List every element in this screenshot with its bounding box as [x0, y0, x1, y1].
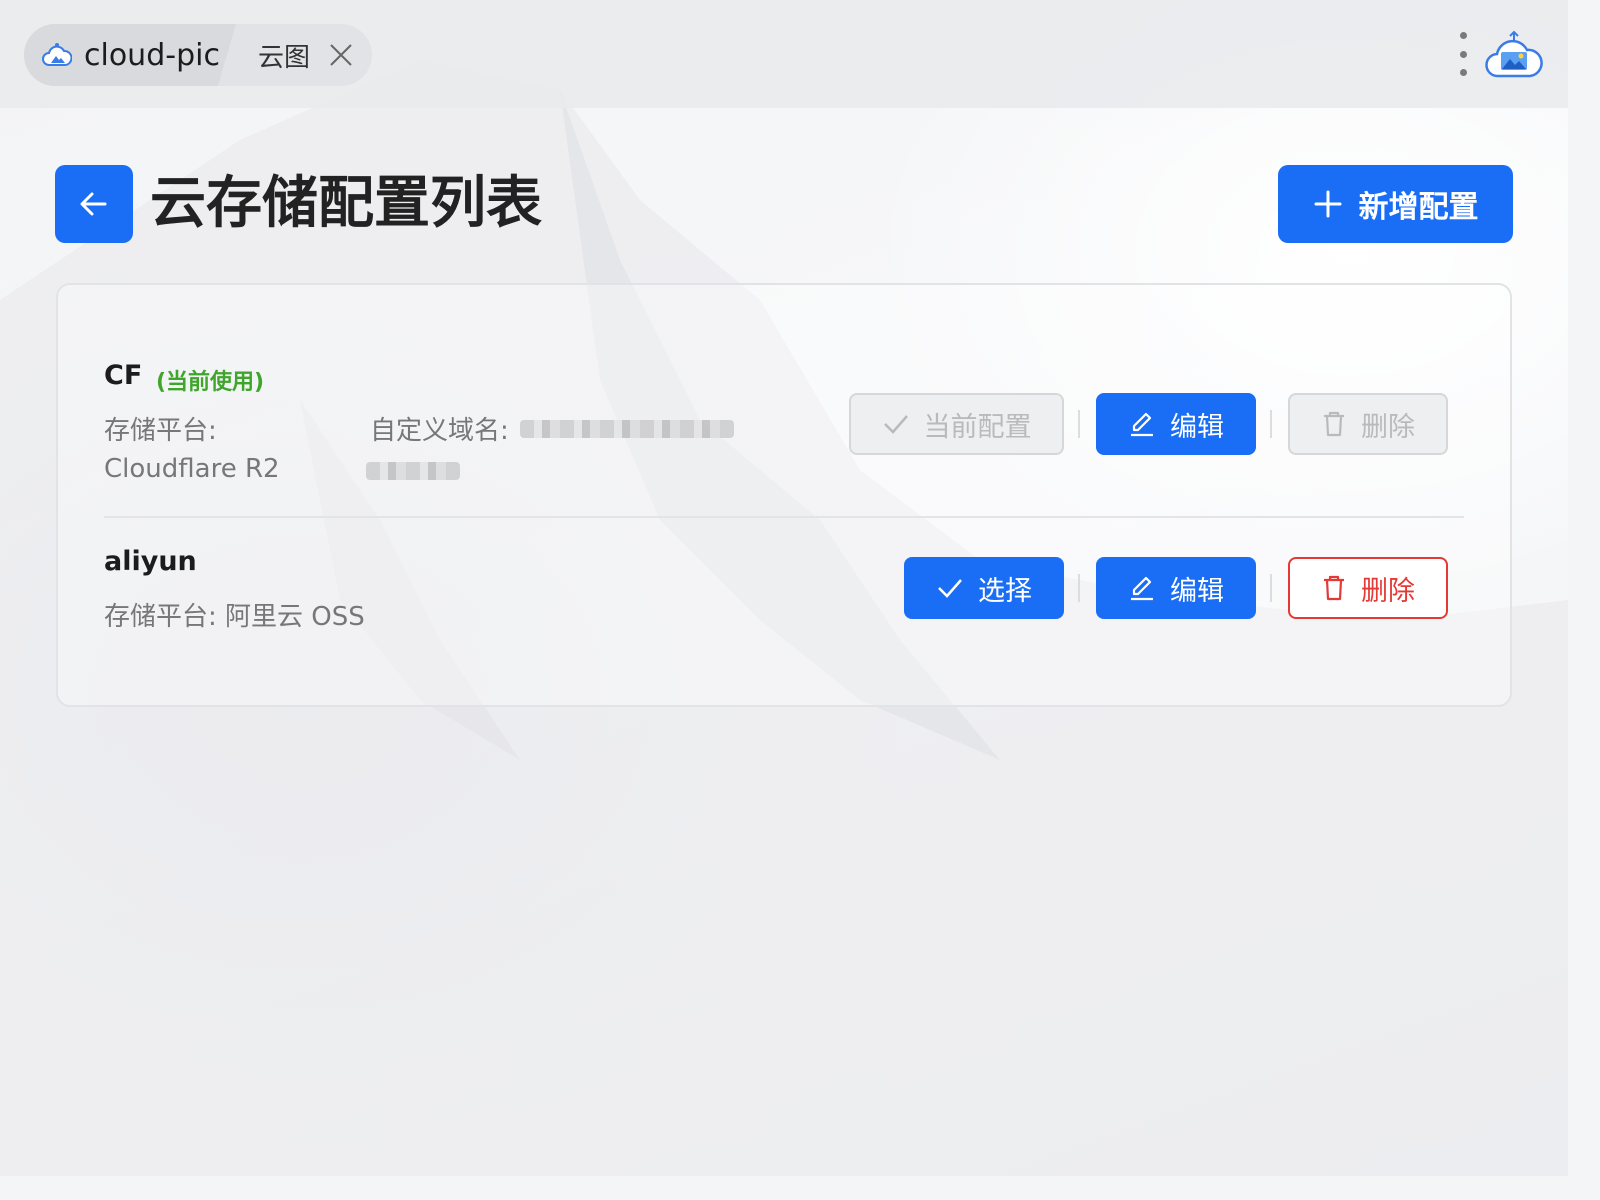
config-list-card: [56, 283, 1512, 707]
platform-text: 存储平台: 阿里云 OSS: [104, 602, 365, 632]
button-label: 编辑: [1170, 575, 1224, 607]
close-icon[interactable]: [328, 42, 354, 68]
page-title: 云存储配置列表: [150, 171, 542, 236]
add-config-button[interactable]: 新增配置: [1278, 165, 1513, 243]
platform-value: Cloudflare R2: [104, 454, 280, 484]
delete-button[interactable]: 删除: [1288, 393, 1448, 455]
back-button[interactable]: [55, 165, 133, 243]
tab-strip: cloud-pic 云图: [24, 24, 372, 86]
title-bar: cloud-pic 云图: [0, 0, 1568, 108]
domain-label: 自定义域名:: [370, 416, 509, 446]
check-icon: [938, 579, 962, 598]
button-label: 当前配置: [923, 411, 1032, 443]
platform-label: 存储平台:: [104, 416, 217, 446]
divider: [1078, 410, 1080, 438]
delete-button[interactable]: 删除: [1288, 557, 1448, 619]
check-icon: [883, 415, 908, 434]
app-cloud-icon[interactable]: [1484, 30, 1544, 80]
edit-icon: [1131, 576, 1153, 601]
tab-yuntu[interactable]: 云图: [236, 37, 372, 74]
divider: [1270, 410, 1272, 438]
config-name: CF: [104, 360, 143, 391]
button-label: 删除: [1361, 411, 1415, 443]
divider: [1270, 574, 1272, 602]
tab-label: 云图: [258, 42, 311, 73]
divider: [1078, 574, 1080, 602]
plus-icon: [1314, 190, 1341, 218]
button-label: 删除: [1361, 575, 1415, 607]
edit-icon: [1131, 412, 1153, 437]
trash-icon: [1324, 575, 1344, 601]
trash-icon: [1324, 411, 1344, 437]
select-button[interactable]: 选择: [904, 557, 1064, 619]
app-cloud-icon: [42, 41, 72, 69]
blurred-domain: [366, 462, 460, 480]
config-name: aliyun: [104, 546, 197, 577]
edit-button[interactable]: 编辑: [1096, 393, 1256, 455]
more-vertical-icon[interactable]: [1452, 32, 1474, 76]
current-badge: (当前使用): [156, 370, 265, 395]
add-config-label: 新增配置: [1358, 190, 1479, 225]
arrow-left-icon: [80, 192, 107, 216]
button-label: 选择: [978, 575, 1032, 607]
edit-button[interactable]: 编辑: [1096, 557, 1256, 619]
row-divider: [104, 516, 1464, 518]
blurred-domain: [520, 420, 734, 438]
current-config-button[interactable]: 当前配置: [849, 393, 1064, 455]
tab-cloud-pic[interactable]: cloud-pic: [24, 24, 236, 86]
button-label: 编辑: [1170, 411, 1224, 443]
tab-label: cloud-pic: [84, 37, 220, 73]
